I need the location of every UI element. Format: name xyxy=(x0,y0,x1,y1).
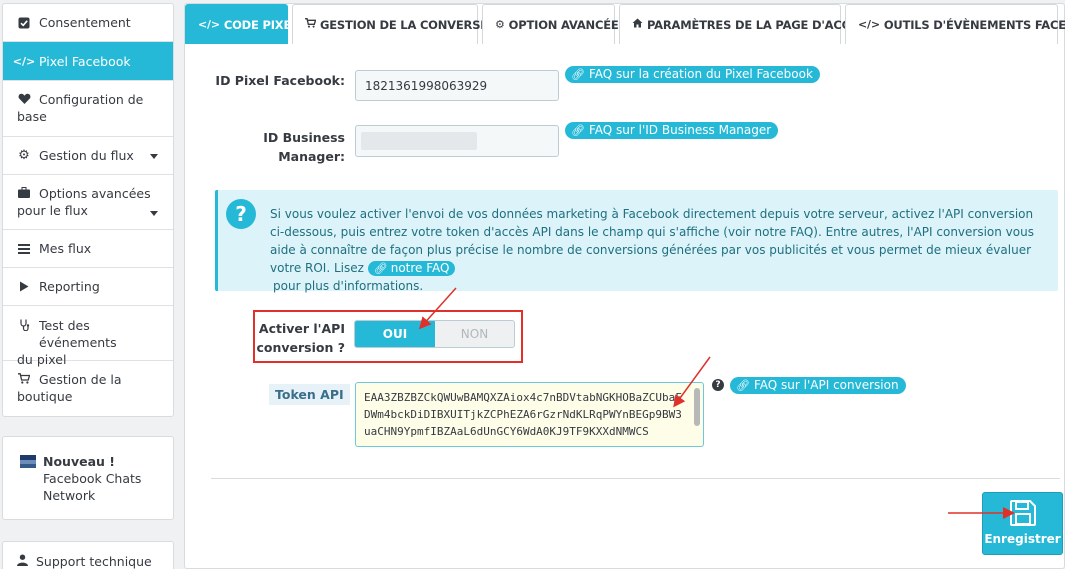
tab-option-avancee[interactable]: ⚙ OPTION AVANCÉE xyxy=(482,4,619,44)
sidebar-item-label-line2: pour le flux xyxy=(17,203,88,218)
support-label: Support technique xyxy=(36,553,152,569)
business-manager-label: ID Business Manager: xyxy=(205,128,345,166)
chevron-down-icon xyxy=(150,211,158,216)
tab-code-pixel[interactable]: </> CODE PIXEL xyxy=(185,4,298,44)
sidebar-item-options-avancees[interactable]: Options avancées pour le flux xyxy=(3,175,173,230)
chevron-down-icon xyxy=(150,153,158,159)
business-manager-value-masked xyxy=(361,132,477,150)
sidebar-item-label: Reporting xyxy=(39,279,100,294)
code-icon: </> xyxy=(198,18,220,31)
token-api-label: Token API xyxy=(269,384,350,405)
pixel-id-label: ID Pixel Facebook: xyxy=(215,73,345,88)
help-icon[interactable]: ? xyxy=(712,379,724,391)
pixel-id-field[interactable]: 1821361998063929 xyxy=(355,70,559,101)
sidebar-item-pixel-facebook[interactable]: </> Pixel Facebook xyxy=(3,42,173,81)
pixel-faq-label: FAQ sur la création du Pixel Facebook xyxy=(588,67,813,81)
cart-icon xyxy=(17,373,31,384)
textarea-scrollbar[interactable] xyxy=(694,388,700,426)
switch-on-option[interactable]: OUI xyxy=(355,321,435,347)
sidebar-item-label: Mes flux xyxy=(39,241,92,256)
tab-label: OUTILS D'ÉVÈNEMENTS FACEBOOK xyxy=(883,17,1065,32)
tab-parametres-accueil[interactable]: PARAMÈTRES DE LA PAGE D'ACCUEIL xyxy=(619,4,878,44)
stethoscope-icon xyxy=(17,319,31,331)
code-icon: </> xyxy=(12,54,36,68)
api-conversion-label: Activer l'API conversion ? xyxy=(245,319,345,357)
api-conversion-label-line1: Activer l'API xyxy=(258,321,345,336)
business-manager-faq-label: FAQ sur l'ID Business Manager xyxy=(588,123,772,137)
sidebar-item-label-line1: Configuration de xyxy=(39,92,144,107)
info-alert-end: pour plus d'informations. xyxy=(273,279,424,293)
sidebar-item-test-evenements[interactable]: Test des événements du pixel xyxy=(3,306,173,367)
switch-off-option[interactable]: NON xyxy=(435,321,514,347)
business-manager-faq-link[interactable]: 🔗︎ FAQ sur l'ID Business Manager xyxy=(565,122,779,139)
sidebar-item-reporting[interactable]: Reporting xyxy=(3,268,173,306)
tab-label: PARAMÈTRES DE LA PAGE D'ACCUEIL xyxy=(647,17,878,32)
link-icon: 🔗︎ xyxy=(571,68,585,81)
sidebar-item-consentement[interactable]: Consentement xyxy=(3,4,173,42)
sidebar: Consentement </> Pixel Facebook Configur… xyxy=(2,3,174,417)
token-faq-label: FAQ sur l'API conversion xyxy=(753,378,899,392)
facebook-chats-logo xyxy=(20,455,36,468)
tab-gestion-conversion[interactable]: GESTION DE LA CONVERSION xyxy=(292,4,504,44)
sidebar-item-label-line1: Gestion de la xyxy=(39,372,122,387)
question-icon: ? xyxy=(226,199,256,229)
token-api-textarea[interactable]: EAA3ZBZBZCkQWUwBAMQXZAiox4c7nBDVtabNGKHO… xyxy=(355,382,704,447)
support-link[interactable]: Support technique xyxy=(2,541,174,569)
tab-label: GESTION DE LA CONVERSION xyxy=(320,17,504,32)
info-alert-text: Si vous voulez activer l'envoi de vos do… xyxy=(270,205,1050,295)
user-icon xyxy=(17,554,28,569)
info-alert: ? Si vous voulez activer l'envoi de vos … xyxy=(215,190,1058,293)
link-icon: 🔗︎ xyxy=(571,124,585,137)
pixel-id-value: 1821361998063929 xyxy=(365,78,488,93)
sidebar-item-label-line2: base xyxy=(17,109,47,124)
business-manager-field[interactable] xyxy=(355,125,559,157)
tab-label: CODE PIXEL xyxy=(223,17,299,32)
tab-label: OPTION AVANCÉE xyxy=(508,17,619,32)
news-line: Network xyxy=(43,488,96,503)
business-manager-label-line1: ID Business xyxy=(263,130,345,145)
sidebar-item-label-line1: Options avancées xyxy=(39,186,151,201)
gears-icon: ⚙ xyxy=(495,18,505,31)
sidebar-item-label: Consentement xyxy=(39,15,131,30)
alert-faq-label: notre FAQ xyxy=(390,261,450,275)
pixel-faq-link[interactable]: 🔗︎ FAQ sur la création du Pixel Facebook xyxy=(565,66,820,83)
sidebar-item-label: Pixel Facebook xyxy=(39,53,131,69)
sidebar-item-label-line1: Test des événements xyxy=(39,318,117,350)
home-icon xyxy=(632,18,643,31)
api-conversion-label-line2: conversion ? xyxy=(256,340,345,355)
alert-faq-link[interactable]: 🔗︎ notre FAQ xyxy=(367,261,456,276)
list-icon xyxy=(17,243,31,254)
save-button[interactable]: Enregistrer xyxy=(982,492,1063,555)
gear-icon: ⚙ xyxy=(18,148,30,163)
tab-outils-evenements[interactable]: </> OUTILS D'ÉVÈNEMENTS FACEBOOK xyxy=(845,4,1065,44)
sidebar-item-label-line2: boutique xyxy=(17,389,73,404)
main-panel: </> CODE PIXEL GESTION DE LA CONVERSION … xyxy=(184,3,1065,569)
sidebar-item-mes-flux[interactable]: Mes flux xyxy=(3,230,173,268)
heart-icon xyxy=(17,93,31,105)
check-square-icon xyxy=(17,17,31,29)
sidebar-menu: Consentement </> Pixel Facebook Configur… xyxy=(2,3,174,417)
link-icon: 🔗︎ xyxy=(736,379,750,392)
tab-bar: </> CODE PIXEL GESTION DE LA CONVERSION … xyxy=(185,4,1065,44)
play-icon xyxy=(17,281,31,292)
news-card[interactable]: Nouveau ! Facebook Chats Network xyxy=(2,436,174,520)
form-divider xyxy=(211,478,1060,479)
floppy-disk-icon xyxy=(1009,500,1036,526)
news-title: Nouveau ! xyxy=(43,454,115,469)
sidebar-item-label: Gestion du flux xyxy=(39,148,134,163)
link-icon: 🔗︎ xyxy=(373,262,388,275)
sidebar-item-gestion-flux[interactable]: ⚙ Gestion du flux xyxy=(3,137,173,175)
sidebar-item-configuration[interactable]: Configuration de base xyxy=(3,81,173,137)
cart-icon xyxy=(305,18,317,31)
api-conversion-switch[interactable]: OUI NON xyxy=(354,320,515,348)
business-manager-label-line2: Manager: xyxy=(278,149,345,164)
sidebar-item-gestion-boutique[interactable]: Gestion de la boutique xyxy=(3,361,173,416)
briefcase-icon xyxy=(17,187,31,198)
news-line: Facebook Chats xyxy=(43,471,142,486)
token-faq-link[interactable]: 🔗︎ FAQ sur l'API conversion xyxy=(730,377,906,394)
code-icon: </> xyxy=(858,18,880,31)
save-label: Enregistrer xyxy=(984,532,1061,546)
token-api-value: EAA3ZBZBZCkQWUwBAMQXZAiox4c7nBDVtabNGKHO… xyxy=(364,391,682,438)
